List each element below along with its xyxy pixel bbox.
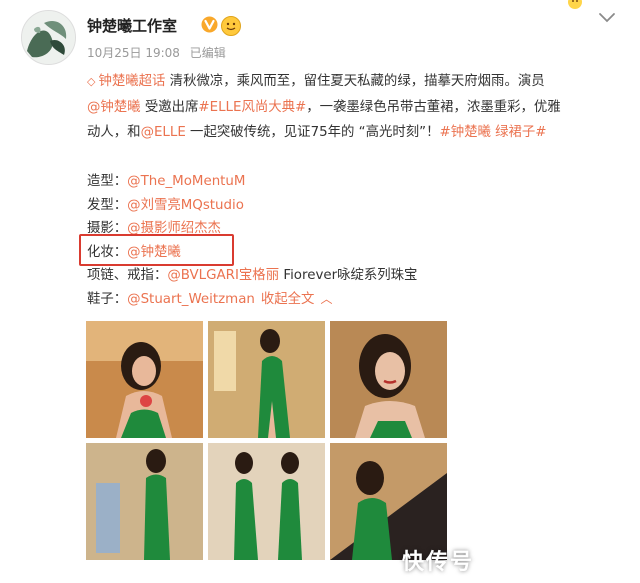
post-line-2: @钟楚曦 受邀出席#ELLE风尚大典#，一袭墨绿色吊带古董裙，浓墨重彩，优雅 (87, 95, 632, 121)
account-name[interactable]: 钟楚曦工作室 (87, 15, 177, 36)
credit-mention[interactable]: @Stuart_Weitzman (127, 292, 255, 307)
post-date[interactable]: 10月25日 19:08 (87, 46, 180, 60)
photo-thumbnail[interactable] (208, 321, 325, 438)
post-line-3: 动人，和@ELLE 一起突破传统，见证75年的 “高光时刻”！#钟楚曦 绿裙子# (87, 120, 632, 146)
photo-thumbnail[interactable] (330, 443, 447, 560)
edited-label[interactable]: 已编辑 (190, 46, 226, 60)
credit-label: 发型： (87, 197, 128, 213)
credit-mention[interactable]: @刘雪亮MQstudio (127, 198, 244, 213)
diamond-icon: ◇ (87, 75, 96, 88)
post-text: 受邀出席 (140, 99, 199, 115)
hashtag-link[interactable]: #钟楚曦 绿裙子# (439, 125, 546, 140)
photo-thumbnail[interactable] (86, 443, 203, 560)
photo-thumbnail[interactable] (330, 321, 447, 438)
credit-extra: Fiorever咏绽系列珠宝 (279, 268, 418, 284)
credit-mention[interactable]: @BVLGARI宝格丽 (167, 268, 279, 283)
credit-label: 项链、戒指： (87, 268, 168, 284)
chevron-up-icon[interactable]: ︿ (320, 288, 332, 312)
post-text: ，一袭墨绿色吊带古董裙，浓墨重彩，优雅 (306, 99, 561, 115)
mention-link[interactable]: @钟楚曦 (87, 100, 141, 115)
verified-v-icon (201, 16, 218, 33)
topic-link[interactable]: 钟楚曦超话 (98, 74, 165, 89)
credit-mention[interactable]: @The_MoMentuM (127, 174, 245, 189)
photo-thumbnail[interactable] (208, 443, 325, 560)
credit-row: 造型：@The_MoMentuM (87, 170, 417, 194)
credit-row: 发型：@刘雪亮MQstudio (87, 194, 417, 218)
chevron-down-icon[interactable] (597, 10, 617, 26)
watermark: 快传号 (402, 550, 475, 575)
collapse-link[interactable]: 收起全文 (261, 292, 315, 307)
post-text: 动人，和 (87, 125, 141, 140)
user-badge-icon (221, 16, 241, 36)
credit-label: 鞋子： (87, 291, 128, 307)
photo-thumbnail[interactable] (86, 321, 203, 438)
avatar[interactable] (21, 10, 76, 65)
post-body: ◇ 钟楚曦超话 清秋微凉，乘风而至，留住夏天私藏的绿，描摹天府烟雨。演员 @钟楚曦… (87, 69, 632, 146)
credit-row: 项链、戒指：@BVLGARI宝格丽 Fiorever咏绽系列珠宝 (87, 264, 417, 288)
credit-row: 鞋子：@Stuart_Weitzman 收起全文 ︿ (87, 288, 417, 312)
post-meta: 10月25日 19:08 已编辑 (87, 44, 232, 61)
credit-label: 造型： (87, 174, 128, 189)
mention-link[interactable]: @ELLE (141, 125, 186, 140)
post-text: 一起突破传统，见证75年的 “高光时刻”！ (185, 125, 440, 140)
sun-decoration-icon (568, 0, 582, 9)
hashtag-link[interactable]: #ELLE风尚大典# (198, 100, 306, 115)
highlight-box (79, 234, 234, 266)
post-text: 清秋微凉，乘风而至，留住夏天私藏的绿，描摹天府烟雨。演员 (165, 74, 545, 89)
post-line-1: ◇ 钟楚曦超话 清秋微凉，乘风而至，留住夏天私藏的绿，描摹天府烟雨。演员 (87, 69, 632, 95)
